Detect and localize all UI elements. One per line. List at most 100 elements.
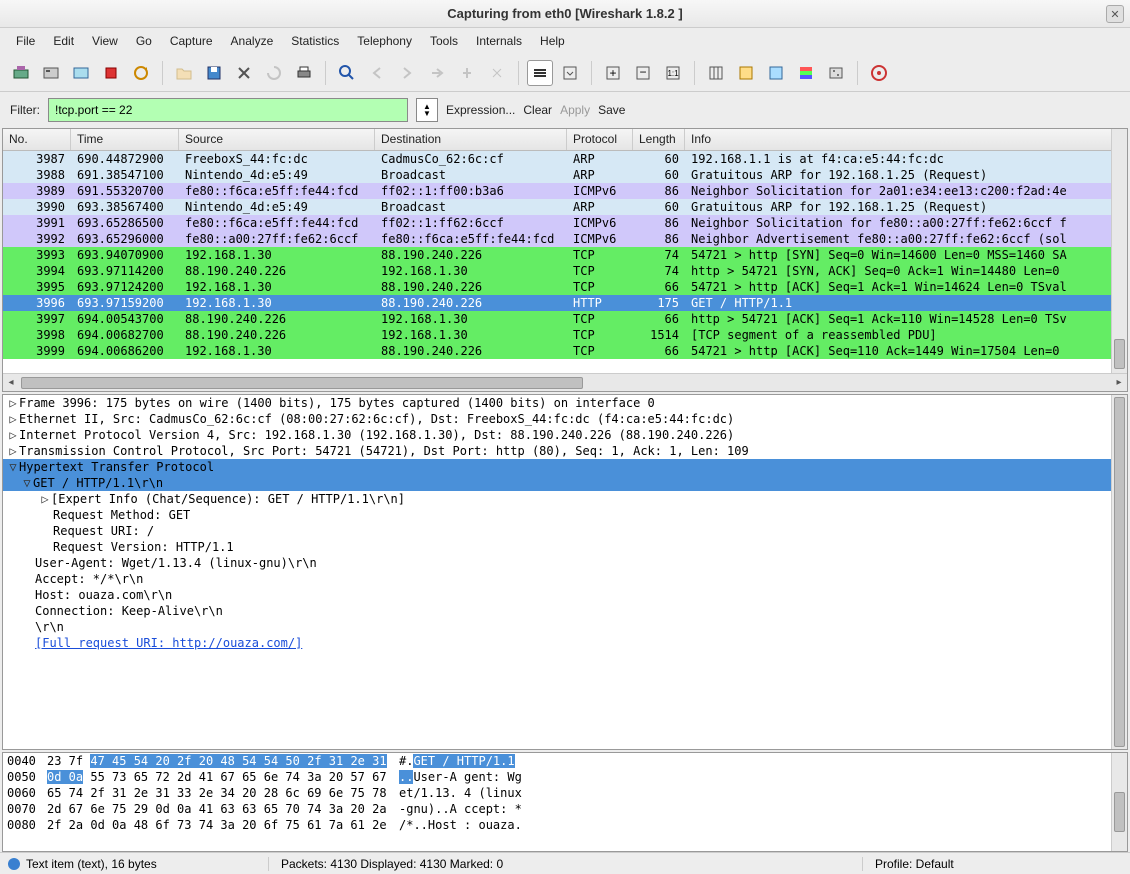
- hscroll-right-icon[interactable]: ▸: [1111, 375, 1127, 391]
- menu-telephony[interactable]: Telephony: [349, 31, 420, 51]
- expand-icon[interactable]: ▷: [7, 444, 19, 458]
- packet-details-pane[interactable]: ▷Frame 3996: 175 bytes on wire (1400 bit…: [2, 394, 1128, 750]
- colorize-icon[interactable]: [527, 60, 553, 86]
- coloring-rules-icon[interactable]: [793, 60, 819, 86]
- detail-expert[interactable]: ▷[Expert Info (Chat/Sequence): GET / HTT…: [3, 491, 1127, 507]
- detail-version[interactable]: Request Version: HTTP/1.1: [3, 539, 1127, 555]
- packet-row[interactable]: 3988691.38547100Nintendo_4d:e5:49Broadca…: [3, 167, 1127, 183]
- collapse-icon[interactable]: ▽: [21, 476, 33, 490]
- menu-capture[interactable]: Capture: [162, 31, 221, 51]
- detail-connection[interactable]: Connection: Keep-Alive\r\n: [3, 603, 1127, 619]
- detail-ip[interactable]: ▷Internet Protocol Version 4, Src: 192.1…: [3, 427, 1127, 443]
- apply-button[interactable]: Apply: [560, 103, 590, 117]
- stop-capture-icon[interactable]: [98, 60, 124, 86]
- menu-internals[interactable]: Internals: [468, 31, 530, 51]
- detail-crlf[interactable]: \r\n: [3, 619, 1127, 635]
- packet-vscroll[interactable]: [1111, 129, 1127, 391]
- packet-row[interactable]: 3990693.38567400Nintendo_4d:e5:49Broadca…: [3, 199, 1127, 215]
- open-file-icon[interactable]: [171, 60, 197, 86]
- menu-help[interactable]: Help: [532, 31, 573, 51]
- packet-bytes-pane[interactable]: 004023 7f 47 45 54 20 2f 20 48 54 54 50 …: [2, 752, 1128, 852]
- save-icon[interactable]: [201, 60, 227, 86]
- col-length[interactable]: Length: [633, 129, 685, 150]
- col-no[interactable]: No.: [3, 129, 71, 150]
- status-profile[interactable]: Profile: Default: [862, 857, 1122, 871]
- detail-host[interactable]: Host: ouaza.com\r\n: [3, 587, 1127, 603]
- expand-icon[interactable]: ▷: [7, 412, 19, 426]
- detail-tcp[interactable]: ▷Transmission Control Protocol, Src Port…: [3, 443, 1127, 459]
- expand-icon[interactable]: ▷: [39, 492, 51, 506]
- menu-statistics[interactable]: Statistics: [283, 31, 347, 51]
- hscroll-left-icon[interactable]: ◂: [3, 375, 19, 391]
- status-left[interactable]: Text item (text), 16 bytes: [8, 857, 268, 871]
- expand-icon[interactable]: ▷: [7, 396, 19, 410]
- packet-row[interactable]: 3994693.9711420088.190.240.226192.168.1.…: [3, 263, 1127, 279]
- col-time[interactable]: Time: [71, 129, 179, 150]
- go-to-icon[interactable]: [424, 60, 450, 86]
- detail-uri[interactable]: Request URI: /: [3, 523, 1127, 539]
- packet-hscroll[interactable]: ◂ ▸: [3, 373, 1127, 391]
- auto-scroll-icon[interactable]: [557, 60, 583, 86]
- hex-vscroll[interactable]: [1111, 753, 1127, 851]
- detail-full-uri[interactable]: [Full request URI: http://ouaza.com/]: [3, 635, 1127, 651]
- detail-accept[interactable]: Accept: */*\r\n: [3, 571, 1127, 587]
- print-icon[interactable]: [291, 60, 317, 86]
- menu-tools[interactable]: Tools: [422, 31, 466, 51]
- expert-info-icon[interactable]: [8, 858, 20, 870]
- packet-row[interactable]: 3991693.65286500fe80::f6ca:e5ff:fe44:fcd…: [3, 215, 1127, 231]
- expand-icon[interactable]: ▷: [7, 428, 19, 442]
- go-first-icon[interactable]: [454, 60, 480, 86]
- details-vscroll[interactable]: [1111, 395, 1127, 749]
- detail-ethernet[interactable]: ▷Ethernet II, Src: CadmusCo_62:6c:cf (08…: [3, 411, 1127, 427]
- close-button[interactable]: ✕: [1106, 5, 1124, 23]
- packet-row[interactable]: 3992693.65296000fe80::a00:27ff:fe62:6ccf…: [3, 231, 1127, 247]
- packet-row[interactable]: 3989691.55320700fe80::f6ca:e5ff:fe44:fcd…: [3, 183, 1127, 199]
- resize-cols-icon[interactable]: [703, 60, 729, 86]
- hex-row[interactable]: 00500d 0a 55 73 65 72 2d 41 67 65 6e 74 …: [3, 769, 1127, 785]
- options-icon[interactable]: [38, 60, 64, 86]
- go-forward-icon[interactable]: [394, 60, 420, 86]
- packet-row[interactable]: 3999694.00686200192.168.1.3088.190.240.2…: [3, 343, 1127, 359]
- interfaces-icon[interactable]: [8, 60, 34, 86]
- col-info[interactable]: Info: [685, 129, 1127, 150]
- hex-row[interactable]: 006065 74 2f 31 2e 31 33 2e 34 20 28 6c …: [3, 785, 1127, 801]
- detail-get-line[interactable]: ▽GET / HTTP/1.1\r\n: [3, 475, 1127, 491]
- detail-user-agent[interactable]: User-Agent: Wget/1.13.4 (linux-gnu)\r\n: [3, 555, 1127, 571]
- col-destination[interactable]: Destination: [375, 129, 567, 150]
- filter-input[interactable]: [48, 98, 408, 122]
- menu-edit[interactable]: Edit: [45, 31, 82, 51]
- packet-rows[interactable]: 3987690.44872900FreeboxS_44:fc:dcCadmusC…: [3, 151, 1127, 373]
- clear-button[interactable]: Clear: [523, 103, 552, 117]
- collapse-icon[interactable]: ▽: [7, 460, 19, 474]
- menu-file[interactable]: File: [8, 31, 43, 51]
- filter-dropdown-icon[interactable]: ▲▼: [416, 98, 438, 122]
- go-last-icon[interactable]: [484, 60, 510, 86]
- menu-analyze[interactable]: Analyze: [223, 31, 282, 51]
- hex-row[interactable]: 00802f 2a 0d 0a 48 6f 73 74 3a 20 6f 75 …: [3, 817, 1127, 833]
- start-capture-icon[interactable]: [68, 60, 94, 86]
- packet-row[interactable]: 3996693.97159200192.168.1.3088.190.240.2…: [3, 295, 1127, 311]
- prefs-icon[interactable]: [823, 60, 849, 86]
- zoom-100-icon[interactable]: 1:1: [660, 60, 686, 86]
- go-back-icon[interactable]: [364, 60, 390, 86]
- zoom-out-icon[interactable]: −: [630, 60, 656, 86]
- packet-row[interactable]: 3995693.97124200192.168.1.3088.190.240.2…: [3, 279, 1127, 295]
- restart-capture-icon[interactable]: [128, 60, 154, 86]
- packet-row[interactable]: 3997694.0054370088.190.240.226192.168.1.…: [3, 311, 1127, 327]
- zoom-in-icon[interactable]: +: [600, 60, 626, 86]
- menu-go[interactable]: Go: [128, 31, 160, 51]
- capture-filters-icon[interactable]: [733, 60, 759, 86]
- expression-button[interactable]: Expression...: [446, 103, 515, 117]
- col-protocol[interactable]: Protocol: [567, 129, 633, 150]
- packet-row[interactable]: 3998694.0068270088.190.240.226192.168.1.…: [3, 327, 1127, 343]
- detail-method[interactable]: Request Method: GET: [3, 507, 1127, 523]
- display-filters-icon[interactable]: [763, 60, 789, 86]
- help-icon[interactable]: [866, 60, 892, 86]
- close-file-icon[interactable]: [231, 60, 257, 86]
- col-source[interactable]: Source: [179, 129, 375, 150]
- menu-view[interactable]: View: [84, 31, 126, 51]
- packet-row[interactable]: 3993693.94070900192.168.1.3088.190.240.2…: [3, 247, 1127, 263]
- save-filter-button[interactable]: Save: [598, 103, 625, 117]
- hex-row[interactable]: 00702d 67 6e 75 29 0d 0a 41 63 63 65 70 …: [3, 801, 1127, 817]
- hex-row[interactable]: 004023 7f 47 45 54 20 2f 20 48 54 54 50 …: [3, 753, 1127, 769]
